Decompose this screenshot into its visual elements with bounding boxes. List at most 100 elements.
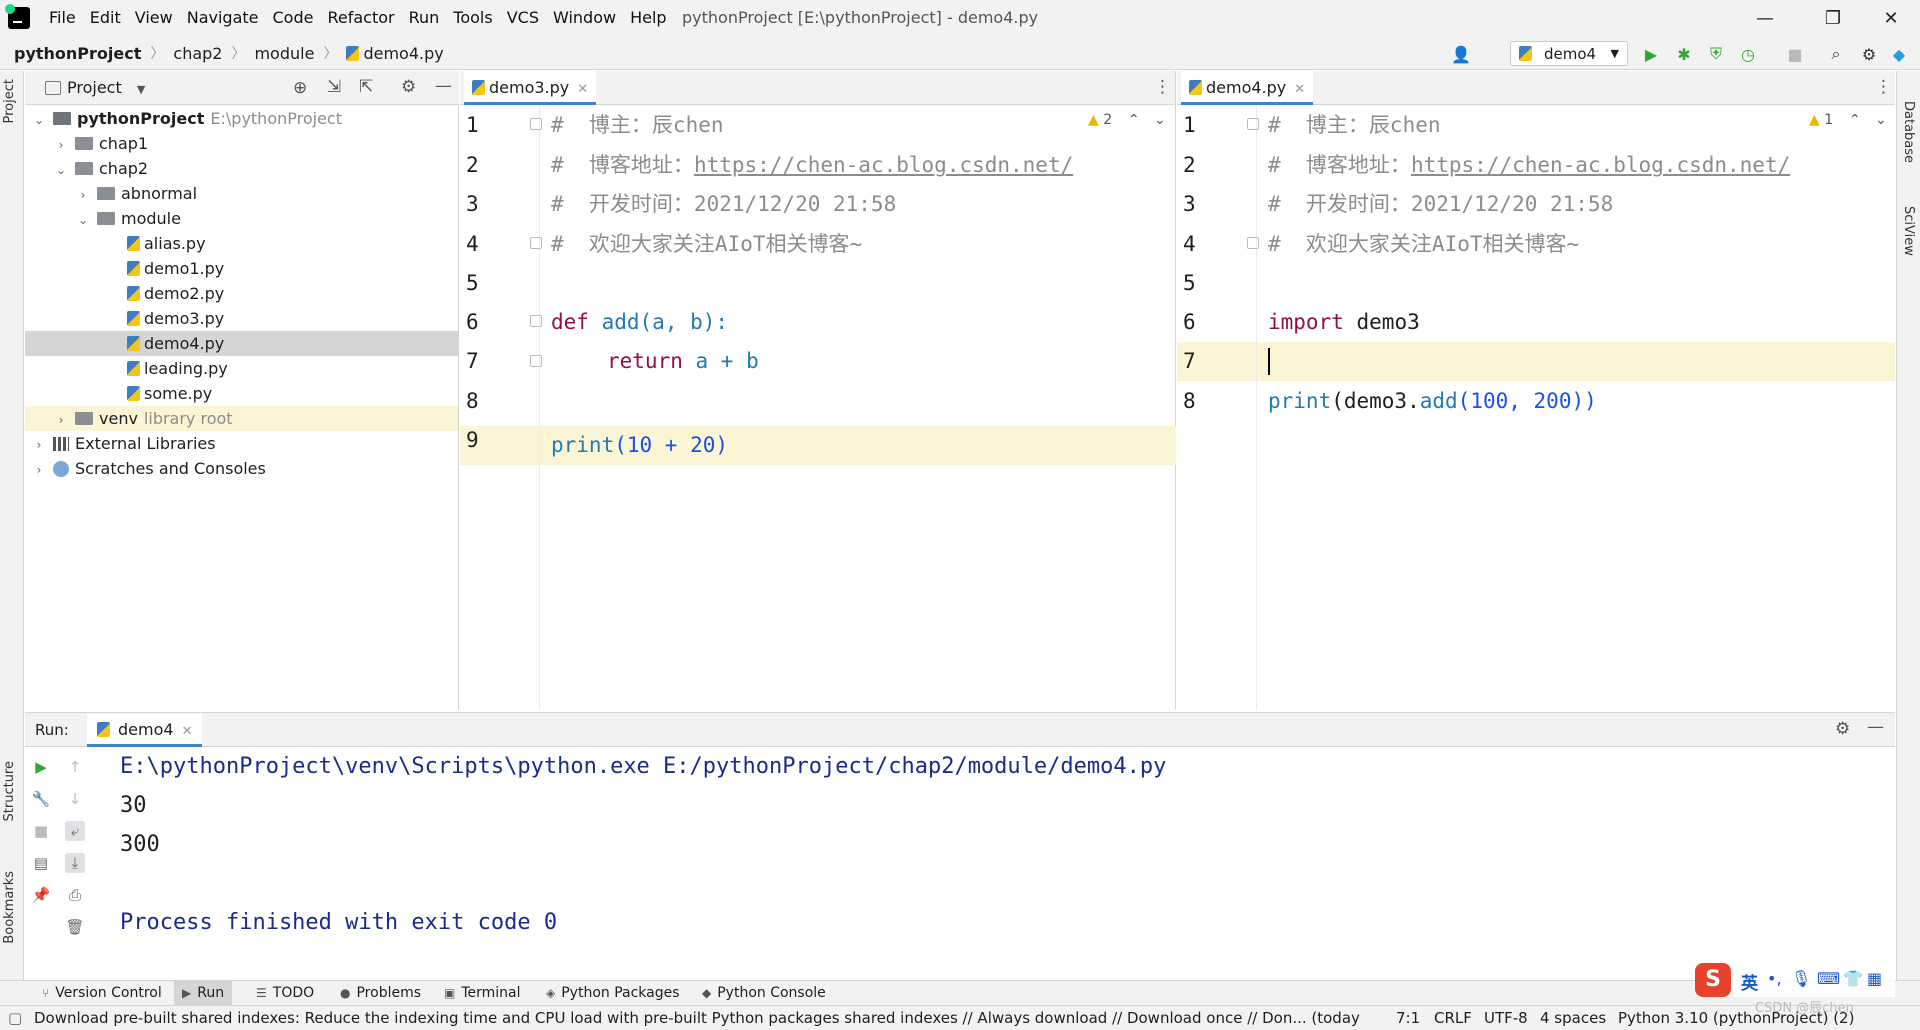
layout-icon[interactable]: ▤ bbox=[31, 853, 51, 873]
tab-version-control[interactable]: ⑂ Version Control bbox=[34, 981, 170, 1006]
print-icon[interactable]: ⎙ bbox=[65, 885, 85, 905]
menu-view[interactable]: View bbox=[128, 0, 180, 36]
settings-icon[interactable]: ⚙ bbox=[1860, 45, 1878, 64]
stop-icon[interactable]: ■ bbox=[1786, 45, 1804, 64]
status-message[interactable]: Download pre-built shared indexes: Reduc… bbox=[34, 1006, 1360, 1030]
tree-item-external-libraries[interactable]: › External Libraries bbox=[25, 431, 458, 456]
tree-item-some-py[interactable]: some.py bbox=[25, 381, 458, 406]
breadcrumb-chap2[interactable]: chap2 bbox=[173, 44, 222, 63]
tree-item-venv[interactable]: › venv library root bbox=[25, 406, 458, 431]
breadcrumb-module[interactable]: module bbox=[254, 44, 314, 63]
rerun-icon[interactable]: ▶ bbox=[31, 757, 51, 777]
coverage-icon[interactable]: ⛨ bbox=[1707, 44, 1725, 63]
scroll-to-end-icon[interactable]: ⤓ bbox=[65, 853, 85, 873]
run-tab-demo4[interactable]: demo4 ✕ bbox=[87, 713, 203, 747]
trash-icon[interactable]: 🗑 bbox=[65, 917, 85, 937]
menu-navigate[interactable]: Navigate bbox=[180, 0, 266, 36]
tree-item-abnormal[interactable]: › abnormal bbox=[25, 181, 458, 206]
fold-icon[interactable] bbox=[530, 315, 542, 327]
tree-item-chap2[interactable]: ⌄ chap2 bbox=[25, 156, 458, 181]
run-icon[interactable]: ▶ bbox=[1642, 45, 1660, 64]
tab-python-console[interactable]: ◆ Python Console bbox=[694, 981, 834, 1006]
menu-vcs[interactable]: VCS bbox=[500, 0, 546, 36]
tab-problems[interactable]: ● Problems bbox=[332, 981, 429, 1006]
editor-left-code[interactable]: 1 2 3 4 5 6 7 8 9 # 博主：辰chen # 博客地址：http… bbox=[460, 106, 1176, 710]
editor-right-code[interactable]: 1 2 3 4 5 6 7 8 # 博主：辰chen # 博客地址：https:… bbox=[1177, 106, 1895, 710]
menu-help[interactable]: Help bbox=[623, 0, 673, 36]
soft-wrap-icon[interactable]: ⤶ bbox=[65, 821, 85, 841]
tree-item-demo1-py[interactable]: demo1.py bbox=[25, 256, 458, 281]
tree-item-module[interactable]: ⌄ module bbox=[25, 206, 458, 231]
sogou-ime-logo[interactable]: S bbox=[1695, 963, 1731, 997]
toolbox-icon[interactable]: ▦ bbox=[1867, 969, 1882, 988]
tab-python-packages[interactable]: ◈ Python Packages bbox=[538, 981, 688, 1006]
close-tab-icon[interactable]: ✕ bbox=[1294, 82, 1305, 97]
fold-icon[interactable] bbox=[530, 355, 542, 367]
tab-terminal[interactable]: ▣ Terminal bbox=[436, 981, 529, 1006]
down-arrow-icon[interactable]: ↓ bbox=[65, 789, 85, 809]
search-icon[interactable]: ⌕ bbox=[1827, 44, 1845, 63]
database-tool-tab[interactable]: Database bbox=[1901, 101, 1916, 163]
fold-icon[interactable] bbox=[1247, 118, 1259, 130]
menu-tools[interactable]: Tools bbox=[446, 0, 499, 36]
fold-icon[interactable] bbox=[530, 118, 542, 130]
plugin-icon[interactable]: ◆ bbox=[1890, 45, 1908, 64]
menu-refactor[interactable]: Refactor bbox=[320, 0, 401, 36]
microphone-icon[interactable]: 🎙 bbox=[1791, 969, 1811, 988]
previous-highlight-icon[interactable]: ⌃ bbox=[1128, 112, 1140, 128]
warning-count[interactable]: ▲ 1 bbox=[1809, 112, 1833, 128]
pin-icon[interactable]: 📌 bbox=[31, 885, 51, 905]
status-caret-position[interactable]: 7:1 bbox=[1396, 1006, 1420, 1030]
menu-file[interactable]: File bbox=[42, 0, 83, 36]
account-icon[interactable]: 👤 bbox=[1451, 45, 1471, 64]
project-panel-title[interactable]: Project ▼ bbox=[67, 71, 145, 107]
tree-item-scratches[interactable]: › Scratches and Consoles bbox=[25, 456, 458, 481]
project-tool-tab[interactable]: Project bbox=[2, 79, 17, 123]
tree-item-demo3-py[interactable]: demo3.py bbox=[25, 306, 458, 331]
ime-mode[interactable]: 英 bbox=[1741, 969, 1758, 994]
menu-code[interactable]: Code bbox=[266, 0, 321, 36]
menu-edit[interactable]: Edit bbox=[83, 0, 128, 36]
close-tab-icon[interactable]: ✕ bbox=[182, 724, 193, 739]
tree-item-alias-py[interactable]: alias.py bbox=[25, 231, 458, 256]
tab-demo3-py[interactable]: demo3.py ✕ bbox=[464, 71, 597, 105]
gear-icon[interactable]: ⚙ bbox=[1835, 719, 1850, 739]
structure-tool-tab[interactable]: Structure bbox=[2, 761, 17, 821]
tree-item-leading-py[interactable]: leading.py bbox=[25, 356, 458, 381]
stop-icon[interactable]: ■ bbox=[31, 821, 51, 841]
more-options-icon[interactable]: ⋮ bbox=[1154, 77, 1171, 97]
tab-demo4-py[interactable]: demo4.py ✕ bbox=[1181, 71, 1314, 105]
tab-run[interactable]: ▶ Run bbox=[174, 981, 233, 1006]
next-highlight-icon[interactable]: ⌄ bbox=[1875, 112, 1887, 128]
menu-window[interactable]: Window bbox=[546, 0, 623, 36]
breadcrumb-project[interactable]: pythonProject bbox=[14, 44, 141, 63]
previous-highlight-icon[interactable]: ⌃ bbox=[1849, 112, 1861, 128]
next-highlight-icon[interactable]: ⌄ bbox=[1154, 112, 1166, 128]
sciview-tool-tab[interactable]: SciView bbox=[1901, 206, 1916, 256]
tree-item-pythonproject[interactable]: ⌄ pythonProject E:\pythonProject bbox=[25, 106, 458, 131]
locate-icon[interactable]: ⊕ bbox=[293, 78, 307, 98]
profile-icon[interactable]: ◷ bbox=[1739, 45, 1757, 64]
status-line-separator[interactable]: CRLF bbox=[1434, 1006, 1472, 1030]
gear-icon[interactable]: ⚙ bbox=[401, 77, 416, 97]
status-encoding[interactable]: UTF-8 bbox=[1484, 1006, 1528, 1030]
fold-icon[interactable] bbox=[1247, 237, 1259, 249]
collapse-all-icon[interactable]: ⇱ bbox=[359, 77, 373, 97]
wrench-icon[interactable]: 🔧 bbox=[31, 789, 51, 809]
hide-icon[interactable]: — bbox=[435, 76, 452, 96]
status-indent[interactable]: 4 spaces bbox=[1540, 1006, 1606, 1030]
minimize-button[interactable]: — bbox=[1742, 0, 1788, 36]
tree-item-demo2-py[interactable]: demo2.py bbox=[25, 281, 458, 306]
run-configuration-selector[interactable]: demo4 ▼ bbox=[1510, 41, 1628, 66]
hide-icon[interactable]: — bbox=[1867, 717, 1884, 737]
tree-item-chap1[interactable]: › chap1 bbox=[25, 131, 458, 156]
status-message-icon[interactable]: ▢ bbox=[8, 1006, 22, 1030]
tree-item-demo4-py[interactable]: demo4.py bbox=[25, 331, 458, 356]
skin-icon[interactable]: 👕 bbox=[1843, 969, 1863, 988]
up-arrow-icon[interactable]: ↑ bbox=[65, 757, 85, 777]
keyboard-icon[interactable]: ⌨ bbox=[1817, 969, 1840, 988]
blog-link[interactable]: https://chen-ac.blog.csdn.net/ bbox=[694, 153, 1073, 177]
breadcrumb-file[interactable]: demo4.py bbox=[363, 44, 443, 63]
warning-count[interactable]: ▲ 2 bbox=[1088, 112, 1112, 128]
menu-run[interactable]: Run bbox=[402, 0, 447, 36]
